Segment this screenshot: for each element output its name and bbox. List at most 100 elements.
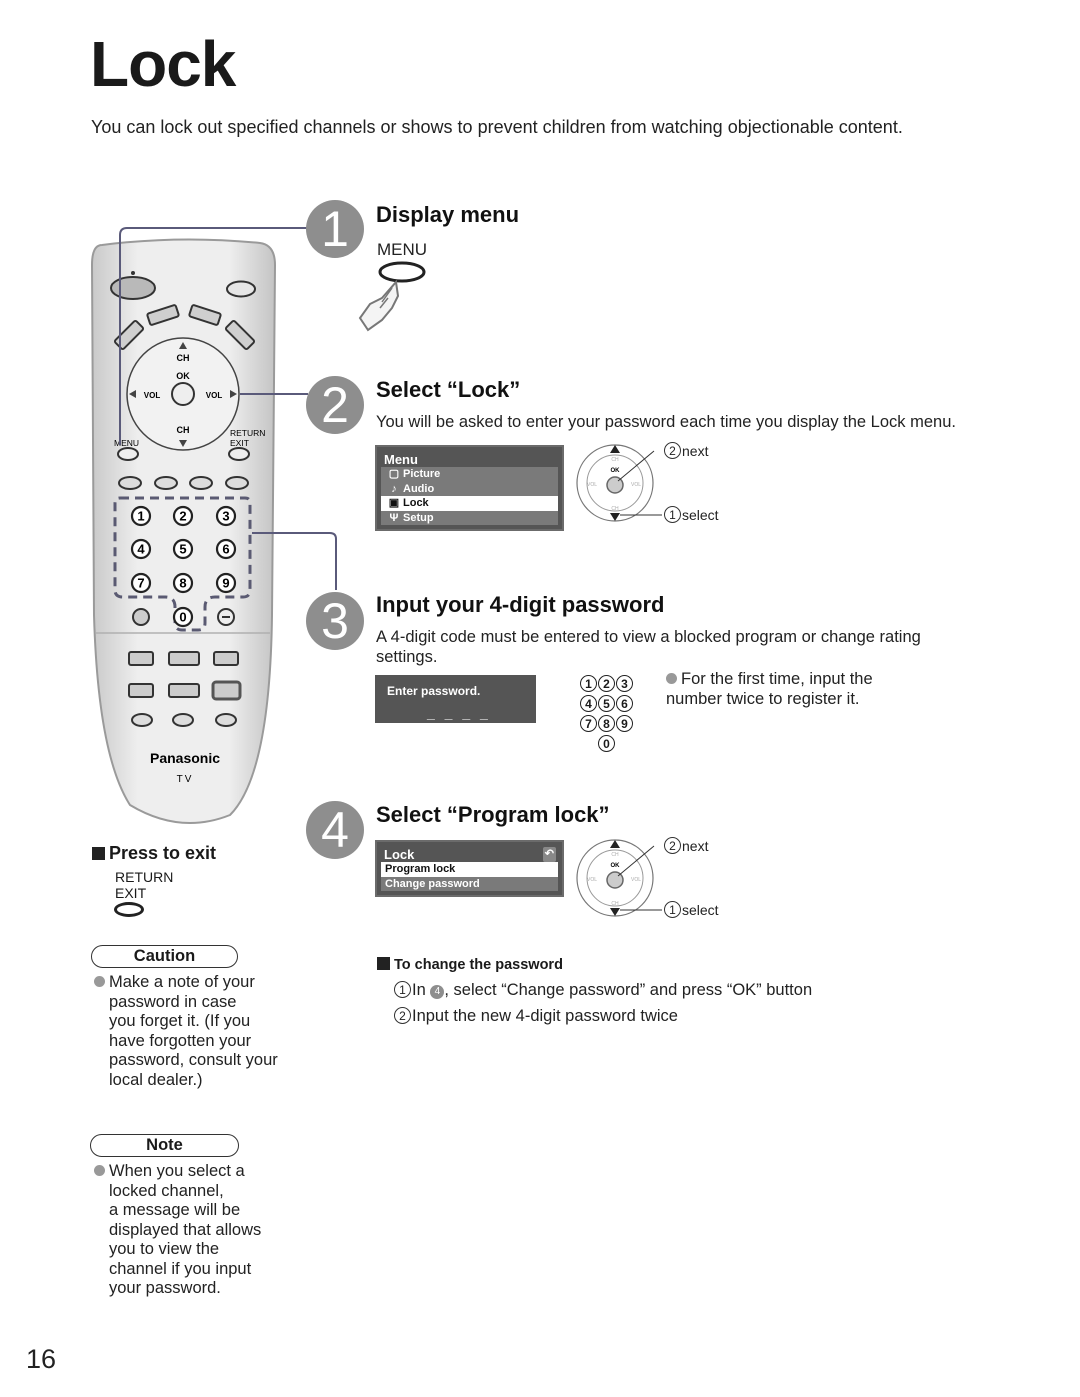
exit-label: EXIT xyxy=(230,438,249,448)
dpad-select-label-2: 1 select xyxy=(664,901,719,918)
caution-line: password, consult your xyxy=(109,1051,278,1069)
step-3-badge: 3 xyxy=(306,592,364,650)
step-1-badge: 1 xyxy=(306,200,364,258)
bullet-icon xyxy=(94,1165,105,1176)
keypad-digit-2: 2 xyxy=(598,675,615,692)
step-4-badge: 4 xyxy=(306,801,364,859)
change-password-heading: To change the password xyxy=(377,957,563,973)
note-line: your password. xyxy=(109,1279,221,1297)
change-password-step-2: 2 Input the new 4-digit password twice xyxy=(394,1007,678,1027)
menu-item-audio[interactable]: ♪ Audio xyxy=(381,481,558,496)
step-ref-badge: 4 xyxy=(430,985,445,999)
svg-text:CH: CH xyxy=(611,901,619,907)
svg-text:CH: CH xyxy=(611,506,619,512)
caution-line: local dealer.) xyxy=(109,1070,203,1089)
caution-label: Caution xyxy=(91,945,238,968)
keypad-row: 123 xyxy=(575,674,639,694)
keypad-digit-8: 8 xyxy=(598,715,615,732)
svg-text:OK: OK xyxy=(611,468,621,474)
note-line: displayed that allows xyxy=(109,1220,262,1239)
keypad-digit-7: 7 xyxy=(580,715,597,732)
menu-osd-title: Menu xyxy=(384,452,418,467)
dpad-diagram-step2: OK CH CH VOL VOL xyxy=(576,444,662,522)
bullet-icon xyxy=(94,976,105,987)
remote-digit-5-label: 5 xyxy=(179,542,186,557)
step-1-title: Display menu xyxy=(376,202,520,227)
caution-line: Make a note of your xyxy=(94,973,304,993)
vol-right-label: VOL xyxy=(206,391,223,400)
audio-icon: ♪ xyxy=(391,482,397,495)
keypad-row: 789 xyxy=(575,714,639,734)
note-line: a message will be xyxy=(109,1201,241,1219)
dpad-select-label: 1 select xyxy=(664,506,719,523)
note-line: locked channel, xyxy=(109,1181,224,1200)
change-password-step-1: 1 In 4, select “Change password” and pres… xyxy=(394,981,812,1001)
note-text: When you select a locked channel, a messag… xyxy=(94,1162,304,1299)
menu-item-picture[interactable]: ▢ Picture xyxy=(381,467,558,482)
remote-digit-8-label: 8 xyxy=(179,576,186,591)
step-3-description: A 4-digit code must be entered to view a… xyxy=(376,628,921,666)
intro-text: You can lock out specified channels or s… xyxy=(91,117,903,137)
caution-text: Make a note of your password in case you f… xyxy=(94,973,304,1090)
note-line: channel if you input xyxy=(109,1259,252,1278)
menu-label: MENU xyxy=(114,438,139,448)
vol-left-label: VOL xyxy=(144,391,161,400)
note-line: you to view the xyxy=(109,1240,220,1258)
hand-pressing-icon xyxy=(358,261,426,332)
keypad-digit-4: 4 xyxy=(580,695,597,712)
menu-button-label: MENU xyxy=(377,240,428,259)
picture-icon: ▢ xyxy=(388,468,400,480)
press-to-exit-heading: Press to exit xyxy=(92,843,216,864)
lock-item-program-lock[interactable]: Program lock xyxy=(381,862,558,877)
input-button xyxy=(226,280,256,298)
keypad-digit-3: 3 xyxy=(616,675,633,692)
lock-item-change-password[interactable]: Change password xyxy=(381,876,558,891)
svg-text:OK: OK xyxy=(611,863,621,869)
menu-button xyxy=(117,447,139,461)
step-2-badge: 2 xyxy=(306,376,364,434)
return-exit-button xyxy=(228,447,250,461)
remote-control-illustration: CH OK VOL VOL CH MENU RETURN EXIT 1 2 3 4 5 6… xyxy=(90,227,337,824)
lock-icon: ▣ xyxy=(388,497,400,509)
svg-text:VOL: VOL xyxy=(587,482,597,488)
enter-password-prompt: Enter password. xyxy=(387,684,481,698)
ch-up-label: CH xyxy=(177,353,190,363)
return-icon[interactable]: ↶ xyxy=(542,847,556,862)
first-time-note: For the first time, input the number twi… xyxy=(666,670,873,708)
keypad-digit-5: 5 xyxy=(598,695,615,712)
digit-keypad: 1234567890 xyxy=(575,674,639,754)
caution-line: password in case xyxy=(109,992,237,1011)
keypad-digit-6: 6 xyxy=(616,695,633,712)
keypad-row: 456 xyxy=(575,694,639,714)
remote-digit-4-label: 4 xyxy=(137,542,145,557)
step-4-title: Select “Program lock” xyxy=(376,802,610,827)
remote-digit-0-label: 0 xyxy=(179,610,186,625)
dpad-diagram-step4: OK CH CH VOL VOL xyxy=(576,839,662,917)
svg-text:VOL: VOL xyxy=(587,877,597,883)
menu-item-lock[interactable]: ▣ Lock xyxy=(381,496,558,511)
keypad-digit-1: 1 xyxy=(580,675,597,692)
caution-line: have forgotten your xyxy=(109,1031,252,1050)
remote-digit-6-label: 6 xyxy=(222,542,229,557)
ok-label: OK xyxy=(176,371,190,381)
note-label: Note xyxy=(90,1134,239,1157)
remote-digit-3-label: 3 xyxy=(222,509,229,524)
keypad-digit-9: 9 xyxy=(616,715,633,732)
enter-password-osd: Enter password. _ _ _ _ xyxy=(375,675,536,723)
setup-icon: Ψ xyxy=(389,511,399,524)
menu-item-setup[interactable]: Ψ Setup xyxy=(381,510,558,525)
step-3-title: Input your 4-digit password xyxy=(376,592,665,617)
svg-text:VOL: VOL xyxy=(631,482,641,488)
step-2-title: Select “Lock” xyxy=(376,377,521,402)
keypad-digit-0: 0 xyxy=(598,735,615,752)
svg-text:VOL: VOL xyxy=(631,877,641,883)
menu-osd: Menu ▢ Picture ♪ Audio ▣ Lock Ψ Setup xyxy=(375,445,564,531)
power-button xyxy=(110,276,156,300)
model-label: TV xyxy=(177,774,194,785)
note-line: When you select a xyxy=(94,1162,304,1182)
ch-down-label: CH xyxy=(177,425,190,435)
square-bullet-icon xyxy=(377,957,390,970)
dpad-next-label: 2 next xyxy=(664,442,708,459)
brand-logo: Panasonic xyxy=(150,750,220,766)
remote-digit-9-label: 9 xyxy=(222,576,229,591)
